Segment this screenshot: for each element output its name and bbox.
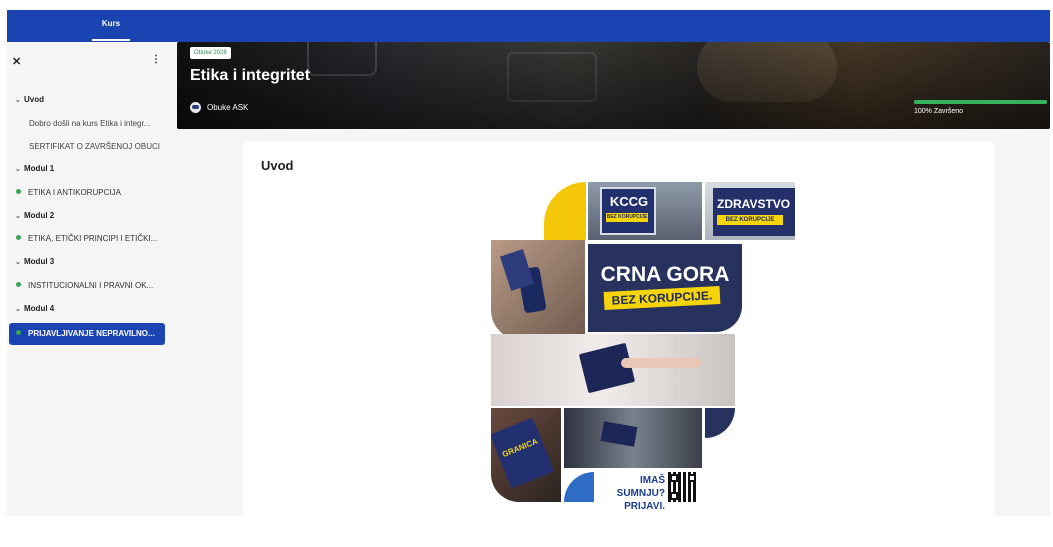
poster-photo-kccg: KCCG BEZ KORUPCIJE [588,182,702,240]
poster-hand-shape [621,358,701,368]
qr-finder [670,474,678,482]
course-sidebar: ✕ ⋮ ⌄ Uvod Dobro došli na kurs Etika i in… [7,42,168,516]
chevron-down-icon: ⌄ [15,259,21,266]
completed-dot-icon [16,235,21,241]
poster-zdravstvo-sign: ZDRAVSTVO BEZ KORUPCIJE [713,188,795,236]
poster-photo-handshake [491,334,735,406]
poster-navy-quarter-circle [705,408,735,438]
tab-kurs[interactable]: Kurs [92,10,130,42]
poster-cta-line2: PRIJAVI. [624,501,665,512]
avatar [190,102,201,114]
poster-flyer-shape [500,249,534,291]
lesson-heading: Uvod [261,158,294,173]
top-nav-bar: Kurs [7,10,1050,42]
more-vertical-icon[interactable]: ⋮ [151,54,161,65]
progress-label: 100% Završeno [914,108,964,115]
poster-car-document [600,421,638,447]
progress-fill [914,100,1047,104]
author-name: Obuke ASK [207,103,249,112]
qr-finder [670,492,678,500]
poster-main-panel: CRNA GORA BEZ KORUPCIJE. [588,244,742,332]
poster-yellow-quarter-circle [544,182,586,240]
poster-cta-line1: IMAŠ SUMNJU? [616,475,665,499]
campaign-poster-image: KCCG BEZ KORUPCIJE ZDRAVSTVO BEZ KORUPCI… [491,182,795,512]
section-label: Modul 3 [24,257,55,266]
sidebar-item-institucionalni[interactable]: INSTITUCIONALNI I PRAVNI OK... [7,277,168,295]
qr-code-icon [668,472,698,502]
poster-photo-phone [491,240,585,340]
poster-zdravstvo-text: ZDRAVSTVO [717,197,791,211]
lesson-label: SERTIFIKAT O ZAVRŠENOJ OBUCI [29,142,160,151]
course-author[interactable]: Obuke ASK [190,102,248,114]
poster-granica-card: GRANICA [491,417,555,489]
close-icon[interactable]: ✕ [12,55,21,68]
sidebar-section-modul-4[interactable]: ⌄ Modul 4 [7,300,168,318]
chevron-down-icon: ⌄ [15,213,21,220]
progress-bar [914,100,1047,104]
hero-overlay [177,42,1050,129]
app-frame: Kurs ✕ ⋮ ⌄ Uvod Dobro došli na kurs Etika… [7,10,1050,516]
lesson-label: PRIJAVLJIVANJE NEPRAVILNO... [28,329,155,338]
sidebar-item-prijavljivanje-active[interactable]: PRIJAVLJIVANJE NEPRAVILNO... [9,323,165,345]
poster-cta: IMAŠ SUMNJU? PRIJAVI. [595,474,665,513]
chevron-down-icon: ⌄ [15,306,21,313]
sidebar-item-sertifikat[interactable]: SERTIFIKAT O ZAVRŠENOJ OBUCI [7,138,168,156]
poster-kccg-sign: KCCG BEZ KORUPCIJE [600,187,656,235]
poster-photo-zdravstvo: ZDRAVSTVO BEZ KORUPCIJE [705,182,795,240]
qr-finder [688,474,696,482]
poster-photo-granica: GRANICA [491,408,561,502]
chevron-down-icon: ⌄ [15,97,21,104]
lesson-label: Dobro došli na kurs Etika i integr... [29,119,151,128]
completed-dot-icon [16,330,21,336]
poster-kccg-tag: BEZ KORUPCIJE [606,213,648,222]
sidebar-section-modul-3[interactable]: ⌄ Modul 3 [7,253,168,271]
lesson-label: INSTITUCIONALNI I PRAVNI OK... [28,281,154,290]
course-title: Etika i integritet [190,67,311,84]
poster-kccg-text: KCCG [609,194,649,209]
completed-dot-icon [16,189,21,195]
sidebar-section-modul-1[interactable]: ⌄ Modul 1 [7,160,168,178]
poster-main-line1: CRNA GORA [600,263,730,286]
lesson-content-card: Uvod KCCG BEZ KORUPCIJE ZDRAVSTVO BEZ KO… [243,142,994,516]
poster-main-line2: BEZ KORUPCIJE. [603,285,721,311]
poster-granica-text: GRANICA [500,436,539,460]
section-label: Modul 4 [24,304,55,313]
section-label: Uvod [24,95,44,104]
poster-handshake-flyer [578,342,636,394]
sidebar-item-dobro-dosli[interactable]: Dobro došli na kurs Etika i integr... [7,115,168,133]
poster-zdravstvo-tag: BEZ KORUPCIJE [717,215,783,225]
course-hero-banner: Obuke 2026 Etika i integritet Obuke ASK … [177,42,1050,129]
sidebar-section-uvod[interactable]: ⌄ Uvod [7,91,168,109]
sidebar-item-eticki-principi[interactable]: ETIKA, ETIČKI PRINCIPI I ETIČKI... [7,230,168,248]
category-badge: Obuke 2026 [190,47,231,59]
poster-blue-quarter-circle [564,472,594,502]
section-label: Modul 1 [24,164,55,173]
sidebar-section-modul-2[interactable]: ⌄ Modul 2 [7,207,168,225]
lesson-label: ETIKA, ETIČKI PRINCIPI I ETIČKI... [28,234,158,243]
sidebar-item-etika-antikorupcija[interactable]: ETIKA I ANTIKORUPCIJA [7,184,168,202]
lesson-label: ETIKA I ANTIKORUPCIJA [28,188,121,197]
chevron-down-icon: ⌄ [15,166,21,173]
completed-dot-icon [16,282,21,288]
section-label: Modul 2 [24,211,55,220]
poster-photo-car [564,408,702,468]
